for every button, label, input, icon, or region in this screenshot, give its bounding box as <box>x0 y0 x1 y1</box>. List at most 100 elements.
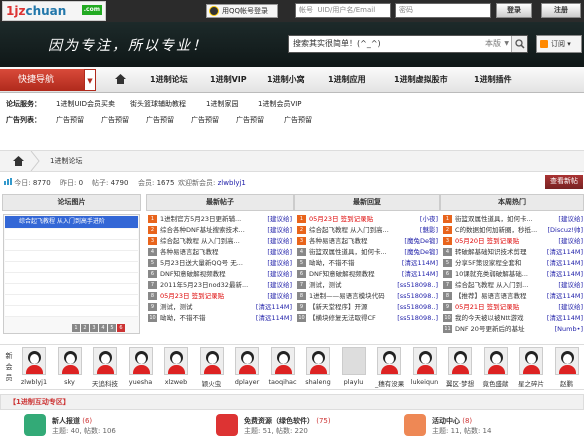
thread-item[interactable]: 1 05月23日 签到记录贴 [小夜] <box>297 214 438 225</box>
member-name[interactable]: dplayer <box>233 378 261 386</box>
thread-item[interactable]: 4 街篮双属性道具，如何卡... [魔兔De锻] <box>297 247 438 258</box>
pager-button[interactable]: 1 <box>72 324 80 332</box>
thread-title[interactable]: 05月23日 签到记录贴 <box>160 292 224 300</box>
thread-item[interactable]: 8 05月23日 签到记录贴 [建议给] <box>148 291 292 302</box>
thread-title[interactable]: 我的今天被以被Ntt游戏 <box>455 314 523 322</box>
avatar[interactable] <box>554 347 579 375</box>
pager-button[interactable]: 2 <box>81 324 89 332</box>
nav-item-apps[interactable]: 1进制应用 <box>328 74 366 85</box>
thread-title[interactable]: 05月21日 签到记录贴 <box>455 303 519 311</box>
zone-item[interactable]: 免费资源（绿色软件） (75) 主题: 51, 帖数: 220 <box>216 414 331 436</box>
member-name[interactable]: 翼区·梦想 <box>446 378 474 388</box>
thread-item[interactable]: 5 呦呦，不错不错 [清远114M] <box>297 258 438 269</box>
thread-author[interactable]: [Numb•] <box>555 324 583 335</box>
thread-author[interactable]: [建议给] <box>558 280 583 291</box>
thread-author[interactable]: [ss518098..] <box>397 280 438 291</box>
thread-title[interactable]: 转破解基础知识技术剪理 <box>455 248 527 256</box>
thread-item[interactable]: 10 呦呦，不错不错 [清远114M] <box>148 313 292 324</box>
thread-title[interactable]: 综合起飞教程 从入门到... <box>455 281 528 289</box>
thread-author[interactable]: [清远114M] <box>547 258 583 269</box>
thread-author[interactable]: [小夜] <box>420 214 438 225</box>
thread-author[interactable]: [建议给] <box>267 225 292 236</box>
thread-item[interactable]: 1 街篮双属性道具，如何卡... [建议给] <box>443 214 583 225</box>
thread-author[interactable]: [建议给] <box>267 291 292 302</box>
home-icon[interactable] <box>13 156 24 166</box>
member-name[interactable]: xlzweb <box>162 378 190 386</box>
nav-item-forum[interactable]: 1进制论坛 <box>150 74 188 85</box>
member-card[interactable]: playlu <box>340 347 368 386</box>
member-name[interactable]: 竟色盛献 <box>482 378 510 388</box>
ad-link[interactable]: 广告预留 <box>236 115 264 125</box>
member-name[interactable]: _穗有没果 <box>375 378 404 388</box>
pager-button[interactable]: 4 <box>99 324 107 332</box>
thread-author[interactable]: [建议给] <box>267 247 292 258</box>
view-new-posts-button[interactable]: 查看新帖 <box>545 175 583 189</box>
member-name[interactable]: playlu <box>340 378 368 386</box>
breadcrumb-current[interactable]: 1进制论坛 <box>50 156 82 166</box>
services-link[interactable]: 1进制UID会员买卖 <box>56 99 115 109</box>
avatar[interactable] <box>57 347 82 375</box>
nav-item-plugins[interactable]: 1进制插件 <box>474 74 512 85</box>
member-card[interactable]: shaleng <box>304 347 332 386</box>
member-name[interactable]: taoqihac <box>269 378 297 386</box>
thread-item[interactable]: 7 测试，测试 [ss518098..] <box>297 280 438 291</box>
thread-item[interactable]: 10 我的今天被以被Ntt游戏 [清远114M] <box>443 313 583 324</box>
thread-item[interactable]: 9 测试，测试 [清远114M] <box>148 302 292 313</box>
home-icon[interactable] <box>115 74 126 84</box>
thread-title[interactable]: 呦呦，不错不错 <box>309 259 355 267</box>
thread-item[interactable]: 3 各种易语言起飞教程 [魔兔De锻] <box>297 236 438 247</box>
thread-title[interactable]: C的数据如何加新圈，秒抵... <box>455 226 537 234</box>
avatar[interactable] <box>164 347 188 375</box>
thread-item[interactable]: 4 转破解基础知识技术剪理 [清远114M] <box>443 247 583 258</box>
nav-item-vip[interactable]: 1进制VIP <box>210 74 247 85</box>
picture-caption[interactable]: 综合起飞教程 从入门到高手进阶 <box>5 216 138 228</box>
member-name[interactable]: zlwblyj1 <box>20 378 48 386</box>
search-input[interactable]: 搜索其实很简单！(^_^) 本版 ▼ <box>288 35 528 53</box>
avatar[interactable] <box>519 347 543 375</box>
thread-author[interactable]: [建议给] <box>558 302 583 313</box>
thread-item[interactable]: 10 【横块修复无法取得CF [ss518098..] <box>297 313 438 324</box>
avatar[interactable] <box>199 347 224 375</box>
zone-item[interactable]: 新人报道 (6) 主题: 40, 帖数: 106 <box>24 414 116 436</box>
avatar[interactable] <box>483 347 508 375</box>
thread-item[interactable]: 1 1进制官方5月23日更新辅... [建议给] <box>148 214 292 225</box>
thread-title[interactable]: 5月23日送大量新QQ号 无... <box>160 259 243 267</box>
member-name[interactable]: 颖火虫 <box>198 378 226 388</box>
thread-title[interactable]: 各种易语言起飞教程 <box>309 237 368 245</box>
thread-title[interactable]: 综合起飞教程 从入门到高... <box>160 237 240 245</box>
thread-author[interactable]: [建议给] <box>267 214 292 225</box>
avatar[interactable] <box>128 347 153 375</box>
member-card[interactable]: yuesha <box>127 347 155 386</box>
thread-title[interactable]: 【推荐】易语言语言教程 <box>455 292 527 300</box>
thread-title[interactable]: 街篮双属性道具，如何卡... <box>309 248 387 256</box>
thread-author[interactable]: [建议给] <box>267 269 292 280</box>
ad-link[interactable]: 广告预留 <box>56 115 84 125</box>
avatar[interactable] <box>341 347 366 375</box>
ad-link[interactable]: 广告预留 <box>146 115 174 125</box>
thread-author[interactable]: [清远114M] <box>547 247 583 258</box>
thread-author[interactable]: [清远114M] <box>402 258 438 269</box>
member-card[interactable]: 赵鹏 <box>553 347 581 388</box>
thread-author[interactable]: [ss518098..] <box>397 291 438 302</box>
thread-author[interactable]: [ss518098..] <box>397 302 438 313</box>
nav-item-stock[interactable]: 1进制虚拟股市 <box>394 74 448 85</box>
avatar[interactable] <box>270 347 295 375</box>
member-name[interactable]: sky <box>56 378 84 386</box>
thread-item[interactable]: 9 【新天堂程序】开源 [ss518098..] <box>297 302 438 313</box>
newest-member-link[interactable]: zlwblyj1 <box>218 179 246 187</box>
thread-item[interactable]: 3 05月20日 签到记录贴 [建议给] <box>443 236 583 247</box>
pager-button[interactable]: 6 <box>117 324 125 332</box>
member-card[interactable]: lukeiqun <box>411 347 439 386</box>
zone-item-name[interactable]: 新人报道 <box>52 417 80 425</box>
thread-author[interactable]: [清远114M] <box>547 313 583 324</box>
member-card[interactable]: zlwblyj1 <box>20 347 48 386</box>
thread-author[interactable]: [建议给] <box>267 258 292 269</box>
member-name[interactable]: 星之碎片 <box>517 378 545 388</box>
quick-nav-button[interactable]: 快捷导航 ▼ <box>0 69 96 91</box>
thread-title[interactable]: 综合起飞教程 从入门到高... <box>309 226 389 234</box>
thread-item[interactable]: 2 综合各种DNF基址搜索技术... [建议给] <box>148 225 292 236</box>
services-link[interactable]: 街头篮球辅助教程 <box>130 99 186 109</box>
thread-title[interactable]: 10课就充类弱破解基础... <box>455 270 528 278</box>
thread-title[interactable]: 1进制官方5月23日更新辅... <box>160 215 241 223</box>
login-button[interactable]: 登录 <box>496 3 532 18</box>
